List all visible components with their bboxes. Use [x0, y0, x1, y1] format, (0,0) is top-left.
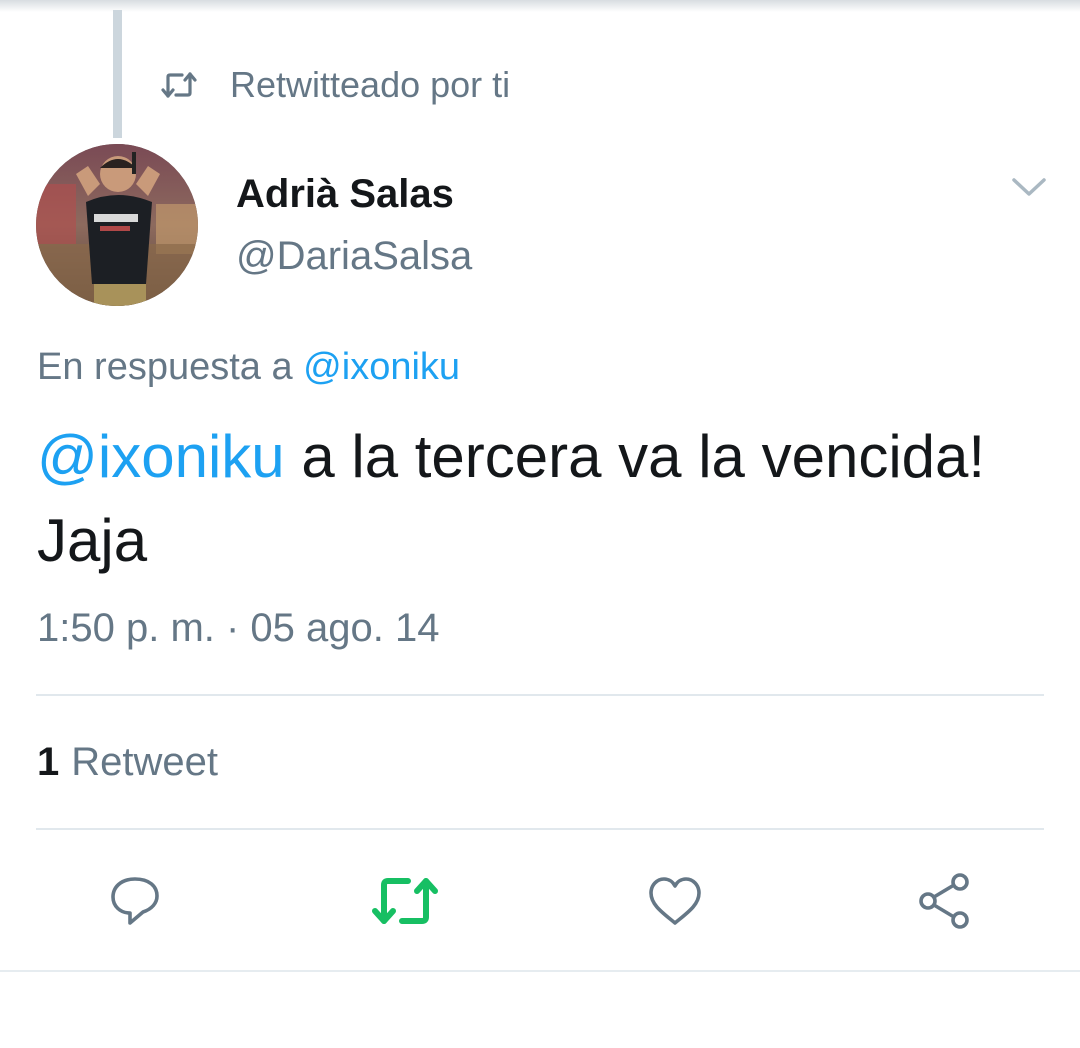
tweet-detail-page: Retwitteado por ti Adrià Salas @DariaSal…: [0, 0, 1080, 1048]
retweet-count-number: 1: [37, 740, 60, 784]
share-button[interactable]: [910, 868, 980, 938]
reply-prefix: En respuesta a: [37, 346, 293, 388]
tweet-timestamp: 1:50 p. m. · 05 ago. 14: [37, 606, 440, 650]
share-icon: [915, 871, 975, 936]
heart-icon: [645, 873, 705, 934]
retweet-icon: [370, 873, 440, 934]
retweet-count-label: Retweet: [71, 740, 218, 784]
retweeted-label: Retwitteado por ti: [230, 64, 511, 105]
comment-icon: [105, 873, 165, 934]
divider-bottom: [36, 828, 1044, 830]
like-button[interactable]: [640, 868, 710, 938]
avatar[interactable]: [36, 144, 198, 306]
retweet-button[interactable]: [370, 868, 440, 938]
chevron-down-icon[interactable]: [1008, 172, 1050, 202]
thread-connector-line: [113, 10, 122, 138]
author-handle[interactable]: @DariaSalsa: [236, 234, 472, 279]
reply-mention-link[interactable]: @ixoniku: [303, 346, 460, 388]
retweet-small-icon: [160, 71, 198, 99]
divider-top: [36, 694, 1044, 696]
reply-context: En respuesta a @ixoniku: [37, 346, 460, 389]
author-display-name[interactable]: Adrià Salas: [236, 172, 454, 217]
header-shadow: [0, 0, 1080, 12]
retweeted-context: Retwitteado por ti: [160, 60, 510, 110]
bottom-divider: [0, 970, 1080, 972]
retweet-count[interactable]: 1 Retweet: [37, 740, 218, 785]
tweet-mention-link[interactable]: @ixoniku: [37, 423, 285, 490]
reply-button[interactable]: [100, 868, 170, 938]
tweet-body: @ixoniku a la tercera va la vencida! Jaj…: [37, 415, 1047, 583]
